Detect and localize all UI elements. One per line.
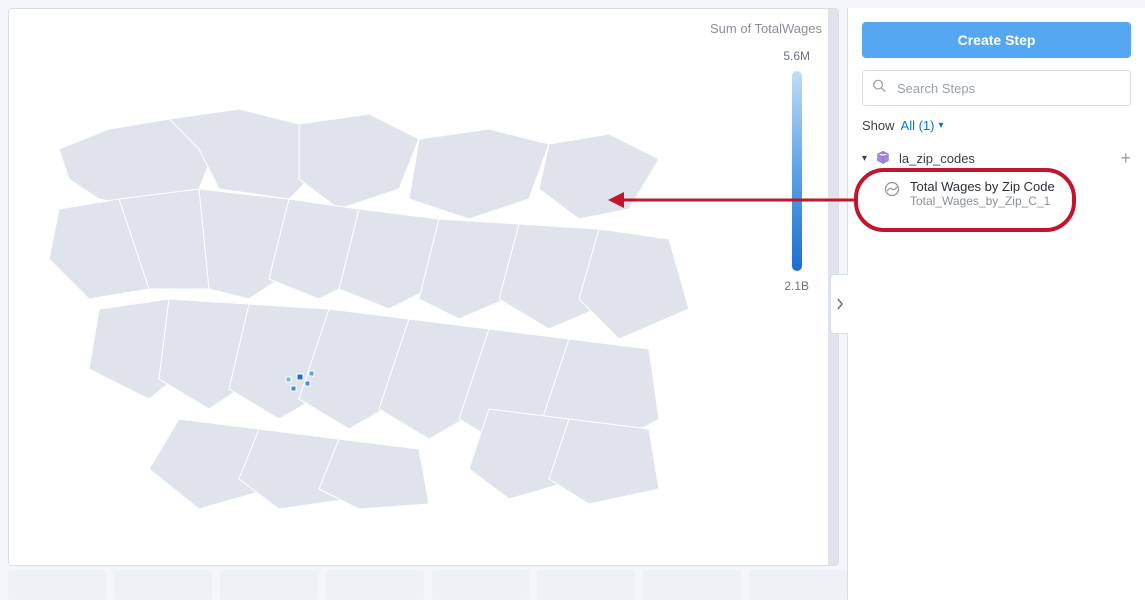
step-title: Total Wages by Zip Code bbox=[910, 179, 1123, 194]
dataset-icon bbox=[875, 150, 891, 166]
search-input[interactable] bbox=[862, 70, 1131, 106]
step-group-row[interactable]: ▾ la_zip_codes + bbox=[862, 145, 1131, 171]
create-step-button[interactable]: Create Step bbox=[862, 22, 1131, 58]
show-filter-dropdown[interactable]: All (1) ▾ bbox=[901, 118, 944, 133]
group-name: la_zip_codes bbox=[899, 151, 1112, 166]
legend-max: 5.6M bbox=[783, 49, 810, 63]
choropleth-map[interactable] bbox=[39, 89, 719, 509]
footer-tile[interactable] bbox=[749, 570, 847, 600]
map-card: Sum of TotalWages 5.6M 2.1B bbox=[8, 8, 839, 566]
step-item[interactable]: Total Wages by Zip Code Total_Wages_by_Z… bbox=[876, 171, 1131, 216]
footer-tile[interactable] bbox=[8, 570, 106, 600]
footer-tile[interactable] bbox=[220, 570, 318, 600]
footer-tile[interactable] bbox=[432, 570, 530, 600]
legend-min: 2.1B bbox=[784, 279, 809, 293]
chevron-right-icon bbox=[836, 298, 844, 310]
footer-thumbnails bbox=[8, 570, 847, 600]
footer-tile[interactable] bbox=[326, 570, 424, 600]
footer-tile[interactable] bbox=[537, 570, 635, 600]
chevron-down-icon: ▾ bbox=[938, 120, 943, 131]
footer-tile[interactable] bbox=[114, 570, 212, 600]
step-id: Total_Wages_by_Zip_C_1 bbox=[910, 194, 1123, 208]
chart-type-icon bbox=[884, 181, 900, 202]
search-icon bbox=[872, 79, 886, 98]
show-filter-label: All (1) bbox=[901, 118, 935, 133]
show-label: Show bbox=[862, 118, 895, 133]
steps-panel: Create Step Show All (1) ▾ ▾ la_zip_code… bbox=[847, 8, 1145, 600]
map-legend-title: Sum of TotalWages bbox=[710, 21, 822, 36]
panel-collapse-handle[interactable] bbox=[830, 274, 848, 334]
chevron-down-icon: ▾ bbox=[862, 153, 867, 164]
add-step-button[interactable]: + bbox=[1120, 149, 1131, 167]
footer-tile[interactable] bbox=[643, 570, 741, 600]
legend-gradient bbox=[792, 71, 802, 271]
map-legend: 5.6M 2.1B bbox=[783, 49, 810, 293]
